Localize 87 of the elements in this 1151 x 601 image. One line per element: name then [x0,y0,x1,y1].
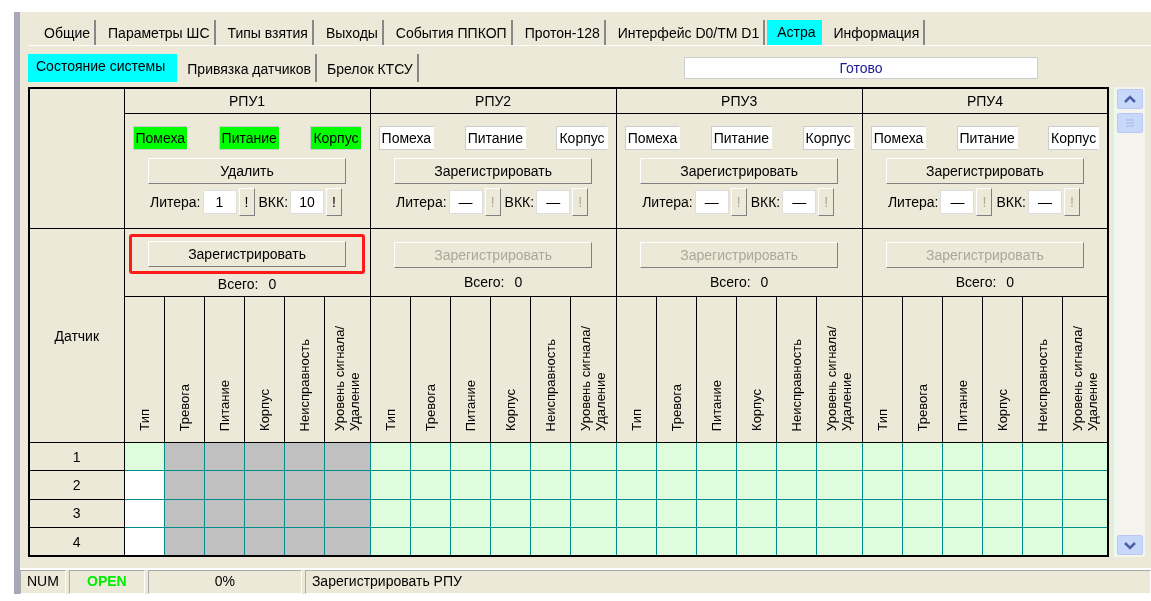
column-header: Уровень сигнала/ Удаление [1069,324,1100,431]
column-header: Корпус [256,389,272,431]
group-title: РПУ1 [229,92,266,109]
row-number: 4 [72,533,81,550]
row-number: 2 [72,477,81,494]
indicator: Корпус [802,126,854,151]
total-label: Всего: [955,274,997,291]
indicator: Корпус [1048,126,1100,151]
column-header: Корпус [502,389,518,431]
column-header: Неисправность [542,338,558,431]
apply-button[interactable]: ! [238,188,255,217]
indicator: Питание [464,126,526,151]
field-label: ВКК: [258,194,289,211]
vkk-field[interactable]: 10 [290,190,325,215]
column-header: Корпус [994,389,1010,431]
litera-field[interactable]: — [940,190,975,215]
apply-button[interactable]: ! [326,188,343,217]
indicator: Питание [710,126,772,151]
total-value: 0 [514,274,523,291]
field-label: Литера: [150,194,201,211]
column-header: Тип [628,409,644,431]
total-label: Всего: [709,274,751,291]
indicator: Помеха [132,126,189,151]
total-value: 0 [1006,274,1015,291]
field-label: Литера: [642,194,693,211]
column-header: Питание [954,379,970,431]
column-header: Неисправность [1034,338,1050,431]
indicator: Помеха [870,126,927,151]
action-button[interactable]: Зарегистрировать [394,158,593,185]
scroll-up-icon[interactable] [1117,89,1144,109]
column-header: Тип [382,409,398,431]
column-header: Тревога [914,383,930,431]
column-header: Тревога [668,383,684,431]
action-button[interactable]: Удалить [148,158,347,185]
field-label: ВКК: [750,194,781,211]
vkk-field[interactable]: — [782,190,817,215]
group-title: РПУ2 [475,92,512,109]
indicator: Корпус [310,126,362,151]
litera-field[interactable]: — [694,190,729,215]
action-button[interactable]: Зарегистрировать [885,158,1084,185]
status-item: 0% [147,570,302,594]
column-header: Корпус [748,389,764,431]
scrollbar[interactable] [1114,87,1146,557]
register-button[interactable]: Зарегистрировать [148,240,347,267]
litera-field[interactable]: — [448,190,483,215]
column-header: Питание [462,379,478,431]
tab[interactable]: Астра [767,20,822,45]
field-label: Литера: [887,194,939,211]
column-header: Уровень сигнала/ Удаление [332,324,363,431]
total-label: Всего: [463,274,505,291]
row-number: 3 [72,505,81,522]
row-number: 1 [72,448,81,465]
column-header: Тревога [422,383,438,431]
column-header: Уровень сигнала/ Удаление [578,324,609,431]
indicator: Питание [218,126,280,151]
indicator: Помеха [624,126,681,151]
column-header: Тревога [176,383,192,431]
scroll-thumb[interactable] [1117,113,1144,133]
column-header: Уровень сигнала/ Удаление [824,324,855,431]
field-label: ВКК: [996,194,1026,211]
scroll-down-icon[interactable] [1117,535,1144,555]
total-label: Всего: [217,275,259,292]
column-header: Тип [874,409,890,431]
status-item: Зарегистрировать РПУ [304,570,1151,594]
group-title: РПУ4 [966,92,1003,109]
status-item: NUM [20,570,66,594]
total-value: 0 [760,274,769,291]
column-header: Тип [136,409,152,431]
column-header: Питание [708,379,724,431]
field-label: Литера: [396,194,447,211]
column-header: Неисправность [296,338,312,431]
litera-field[interactable]: 1 [202,190,237,215]
action-button[interactable]: Зарегистрировать [640,158,839,185]
status-field: Готово [684,57,1038,79]
indicator: Корпус [556,126,608,151]
tab[interactable]: Состояние системы [28,54,178,82]
indicator: Питание [956,126,1018,151]
column-header: Питание [216,379,232,431]
column-header: Датчик [54,327,100,344]
vkk-field[interactable]: — [536,190,571,215]
status-item: OPEN [68,570,145,594]
total-value: 0 [268,275,277,292]
field-label: ВКК: [504,194,535,211]
column-header: Неисправность [788,338,804,431]
group-title: РПУ3 [721,92,758,109]
indicator: Помеха [378,126,435,151]
vkk-field[interactable]: — [1027,190,1062,215]
